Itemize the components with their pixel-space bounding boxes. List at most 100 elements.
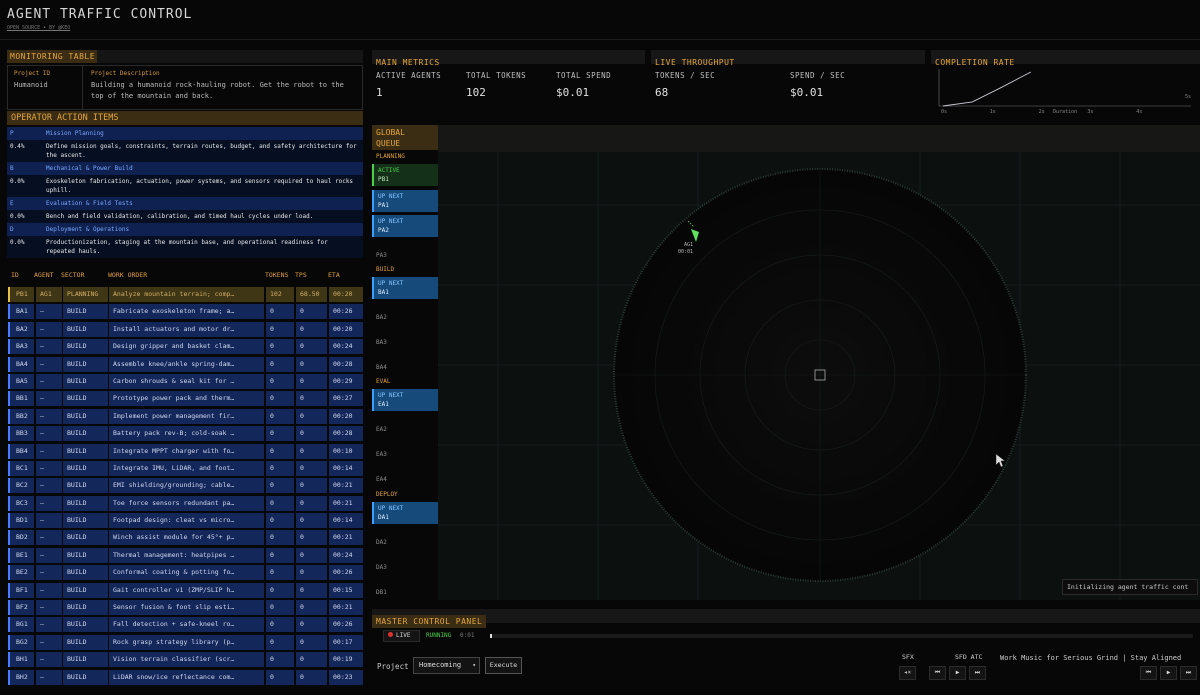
queue-item-ea3[interactable]: EA3	[376, 451, 387, 458]
table-row[interactable]: BD2— BUILD Winch assist module for 45°+ p……	[7, 529, 363, 546]
table-row[interactable]: BC2— BUILD EMI shielding/grounding; cable……	[7, 477, 363, 494]
table-row[interactable]: BB2— BUILD Implement power management fir……	[7, 408, 363, 425]
atc-play-button[interactable]: ▶	[949, 666, 966, 680]
table-row[interactable]: BH1— BUILD Vision terrain classifier (scr……	[7, 651, 363, 668]
cell-work-order: Fabricate exoskeleton frame; a…	[109, 304, 264, 320]
cell-agent: —	[36, 443, 62, 459]
action-item-heading[interactable]: D Deployment & Operations	[7, 223, 363, 236]
master-control-title: MASTER CONTROL PANEL	[372, 615, 487, 628]
queue-item-ea4[interactable]: EA4	[376, 476, 387, 483]
col-work-order[interactable]: WORK ORDER	[108, 271, 147, 279]
cell-eta: 00:20	[329, 408, 363, 424]
cell-work-order: Winch assist module for 45°+ p…	[109, 530, 264, 546]
table-row[interactable]: BB4— BUILD Integrate MPPT charger with fo……	[7, 443, 363, 460]
work-order-table-header: ID AGENT SECTOR WORK ORDER TOKENS TPS ET…	[7, 268, 363, 282]
cell-tps: 0	[296, 652, 327, 668]
cell-sector: BUILD	[63, 460, 108, 476]
running-status: RUNNING	[426, 632, 452, 639]
table-row[interactable]: BG2— BUILD Rock grasp strategy library (p……	[7, 634, 363, 651]
table-row[interactable]: BH2— BUILD LiDAR snow/ice reflectance com……	[7, 669, 363, 686]
table-row[interactable]: BA1— BUILD Fabricate exoskeleton frame; a……	[7, 303, 363, 320]
action-item-detail: 0.0% Exoskeleton fabrication, actuation, …	[7, 175, 363, 197]
action-item-heading[interactable]: E Evaluation & Field Tests	[7, 197, 363, 210]
queue-card-da1[interactable]: UP NEXT DA1	[372, 502, 438, 524]
chart-x-tick: 4s	[1136, 109, 1142, 115]
queue-item-pa3[interactable]: PA3	[376, 252, 387, 259]
cell-sector: BUILD	[63, 391, 108, 407]
action-item-heading[interactable]: P Mission Planning	[7, 127, 363, 140]
cell-eta: 00:14	[329, 513, 363, 529]
table-row[interactable]: BE1— BUILD Thermal management: heatpipes ……	[7, 547, 363, 564]
cell-tps: 0	[296, 426, 327, 442]
table-row[interactable]: BC3— BUILD Toe force sensors redundant pa……	[7, 495, 363, 512]
global-queue: GLOBAL QUEUE PLANNING ACTIVE PB1 UP NEXT P…	[372, 125, 438, 600]
cell-sector: BUILD	[63, 478, 108, 494]
table-row[interactable]: BC1— BUILD Integrate IMU, LiDAR, and foot……	[7, 460, 363, 477]
queue-item-ea2[interactable]: EA2	[376, 426, 387, 433]
queue-item-db1[interactable]: DB1	[376, 589, 387, 596]
queue-card-ba1[interactable]: UP NEXT BA1	[372, 277, 438, 299]
queue-item-ba2[interactable]: BA2	[376, 314, 387, 321]
music-play-button[interactable]: ▶	[1160, 666, 1177, 680]
cell-tokens: 0	[266, 617, 294, 633]
radar-view[interactable]: AG1 00:01	[438, 125, 1200, 600]
queue-card-pa2[interactable]: UP NEXT PA2	[372, 215, 438, 237]
queue-card-pb1[interactable]: ACTIVE PB1	[372, 164, 438, 186]
table-row[interactable]: BB3— BUILD Battery pack rev-B; cold-soak ……	[7, 425, 363, 442]
execute-button[interactable]: Execute	[485, 657, 522, 674]
table-row[interactable]: BA3— BUILD Design gripper and basket clam……	[7, 338, 363, 355]
music-next-button[interactable]: ⏭	[1180, 666, 1197, 680]
cell-eta: 00:26	[329, 565, 363, 581]
table-row[interactable]: BA4— BUILD Assemble knee/ankle spring-dam……	[7, 356, 363, 373]
music-prev-button[interactable]: ⏮	[1140, 666, 1157, 680]
progress-fill	[490, 634, 492, 638]
queue-item-ba4[interactable]: BA4	[376, 364, 387, 371]
cell-tps: 0	[296, 373, 327, 389]
table-row[interactable]: BA2— BUILD Install actuators and motor dr……	[7, 321, 363, 338]
table-row[interactable]: BB1— BUILD Prototype power pack and therm……	[7, 390, 363, 407]
atc-prev-button[interactable]: ⏮	[929, 666, 946, 680]
col-tps[interactable]: TPS	[295, 271, 307, 279]
cell-tps: 0	[296, 321, 327, 337]
col-eta[interactable]: ETA	[328, 271, 340, 279]
sfx-volume-button[interactable]: ◂×	[899, 666, 916, 680]
cell-eta: 00:26	[329, 304, 363, 320]
col-agent[interactable]: AGENT	[34, 271, 54, 279]
cell-work-order: Implement power management fir…	[109, 408, 264, 424]
table-row[interactable]: BA5— BUILD Carbon shrouds & seal kit for ……	[7, 373, 363, 390]
queue-item-da2[interactable]: DA2	[376, 539, 387, 546]
table-row[interactable]: BF2— BUILD Sensor fusion & foot slip esti……	[7, 599, 363, 616]
col-sector[interactable]: SECTOR	[61, 271, 84, 279]
progress-track[interactable]	[490, 634, 1193, 638]
table-row[interactable]: BE2— BUILD Conformal coating & potting fo……	[7, 564, 363, 581]
queue-card-ea1[interactable]: UP NEXT EA1	[372, 389, 438, 411]
queue-item-da3[interactable]: DA3	[376, 564, 387, 571]
cell-id: BH1	[10, 652, 34, 668]
cell-tps: 0	[296, 669, 327, 685]
table-row[interactable]: PB1 AG1 PLANNING Analyze mountain terrain; …	[7, 286, 363, 303]
table-row[interactable]: BG1— BUILD Fall detection + safe-kneel ro……	[7, 616, 363, 633]
table-row[interactable]: BF1— BUILD Gait controller v1 (ZMP/SLIP h……	[7, 582, 363, 599]
cell-sector: BUILD	[63, 426, 108, 442]
cell-id: BA4	[10, 356, 34, 372]
col-id[interactable]: ID	[11, 271, 19, 279]
atc-next-button[interactable]: ⏭	[969, 666, 986, 680]
cell-id: BH2	[10, 669, 34, 685]
cell-sector: BUILD	[63, 373, 108, 389]
cell-id: BE2	[10, 565, 34, 581]
project-select[interactable]: Homecoming ▾	[413, 657, 480, 674]
col-tokens[interactable]: TOKENS	[265, 271, 288, 279]
global-queue-title: GLOBAL QUEUE	[372, 125, 438, 150]
cell-tokens: 0	[266, 391, 294, 407]
app-subtitle-link[interactable]: OPEN SOURCE • BY @KEO	[7, 25, 70, 31]
cell-eta: 00:24	[329, 339, 363, 355]
queue-card-pa1[interactable]: UP NEXT PA1	[372, 190, 438, 212]
cell-tps: 0	[296, 443, 327, 459]
table-row[interactable]: BD1— BUILD Footpad design: cleat vs micro……	[7, 512, 363, 529]
project-description-value: Building a humanoid rock-hauling robot. …	[91, 81, 344, 100]
cell-tps: 0	[296, 304, 327, 320]
cell-tps: 0	[296, 339, 327, 355]
action-item-heading[interactable]: B Mechanical & Power Build	[7, 162, 363, 175]
queue-item-ba3[interactable]: BA3	[376, 339, 387, 346]
cell-id: PB1	[10, 287, 34, 302]
